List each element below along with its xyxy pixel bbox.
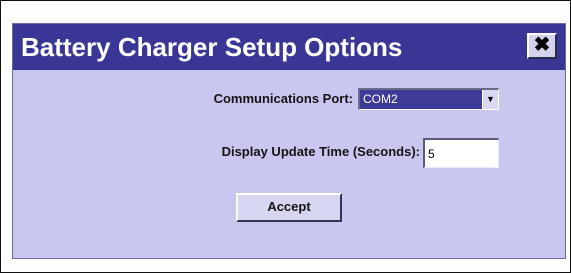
dropdown-arrow-button[interactable]: ▼ (482, 90, 498, 109)
screenshot-frame: Battery Charger Setup Options ✖ Communic… (0, 0, 571, 273)
close-button[interactable]: ✖ (527, 33, 557, 59)
close-icon: ✖ (533, 34, 551, 56)
title-bar: Battery Charger Setup Options ✖ (13, 24, 565, 70)
chevron-down-icon: ▼ (486, 94, 495, 104)
update-time-input[interactable] (423, 138, 499, 168)
comm-port-value: COM2 (363, 92, 398, 106)
comm-port-select[interactable]: COM2 ▼ (358, 88, 499, 110)
dialog-title: Battery Charger Setup Options (21, 32, 403, 62)
setup-dialog: Battery Charger Setup Options ✖ Communic… (12, 23, 566, 259)
accept-button[interactable]: Accept (236, 193, 342, 222)
update-time-label: Display Update Time (Seconds): (221, 144, 420, 159)
comm-port-label: Communications Port: (213, 91, 353, 106)
